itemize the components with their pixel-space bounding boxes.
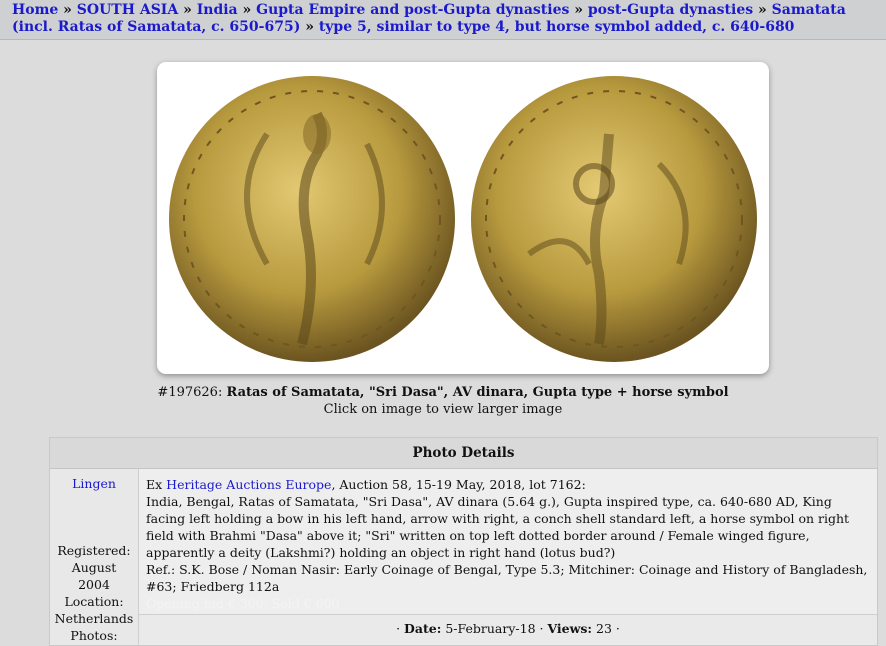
date-label: Date:	[404, 621, 442, 636]
bid-text: Opening bid € 300; Sold € 600	[146, 596, 340, 611]
breadcrumb-separator: »	[574, 2, 583, 18]
references-text: Ref.: S.K. Bose / Noman Nasir: Early Coi…	[146, 562, 868, 594]
photo-caption: #197626: Ratas of Samatata, "Sri Dasa", …	[0, 384, 886, 401]
date-value: 5-February-18	[445, 621, 536, 636]
breadcrumb-separator: »	[242, 2, 252, 18]
breadcrumb: Home » SOUTH ASIA » India » Gupta Empire…	[0, 0, 886, 40]
provenance-prefix: Ex	[146, 477, 163, 492]
auction-house-link[interactable]: Heritage Auctions Europe	[166, 477, 331, 492]
breadcrumb-separator: »	[758, 2, 767, 18]
photo-title: Ratas of Samatata, "Sri Dasa", AV dinara…	[226, 385, 729, 400]
photo-stats: · Date: 5-February-18 · Views: 23 ·	[139, 614, 877, 645]
breadcrumb-gupta-empire[interactable]: Gupta Empire and post-Gupta dynasties	[256, 2, 569, 18]
location-label: Location:	[64, 594, 124, 609]
breadcrumb-post-gupta[interactable]: post-Gupta dynasties	[588, 2, 753, 18]
breadcrumb-south-asia[interactable]: SOUTH ASIA	[77, 2, 178, 18]
coin-obverse-image	[169, 76, 455, 362]
photo-id: #197626:	[157, 385, 223, 400]
breadcrumb-type-5[interactable]: type 5, similar to type 4, but horse sym…	[319, 19, 795, 35]
uploader-link[interactable]: Lingen	[72, 476, 116, 491]
photo-description: Ex Heritage Auctions Europe, Auction 58,…	[146, 476, 869, 612]
provenance-suffix: , Auction 58, 15-19 May, 2018, lot 7162:	[331, 477, 586, 492]
breadcrumb-separator: »	[183, 2, 192, 18]
location-value: Netherlands	[54, 611, 134, 626]
registered-value-month: August	[71, 560, 117, 575]
uploader-info: Lingen Registered: August 2004 Location:…	[50, 469, 139, 645]
views-label: Views:	[547, 621, 593, 636]
photo-details-header: Photo Details	[50, 438, 877, 469]
coin-reverse-image	[471, 76, 757, 362]
registered-label: Registered:	[57, 543, 131, 558]
photos-label: Photos:	[70, 628, 118, 643]
breadcrumb-home[interactable]: Home	[12, 2, 58, 18]
breadcrumb-separator: »	[305, 19, 314, 35]
registered-value-year: 2004	[78, 577, 110, 592]
views-value: 23	[596, 621, 612, 636]
breadcrumb-separator: »	[63, 2, 72, 18]
provenance-line: Ex Heritage Auctions Europe, Auction 58,…	[146, 476, 869, 493]
description-text: India, Bengal, Ratas of Samatata, "Sri D…	[146, 494, 850, 560]
photo-details-panel: Photo Details Lingen Registered: August …	[49, 437, 878, 646]
click-hint: Click on image to view larger image	[323, 402, 563, 417]
coin-photo[interactable]	[157, 62, 769, 374]
breadcrumb-india[interactable]: India	[197, 2, 238, 18]
